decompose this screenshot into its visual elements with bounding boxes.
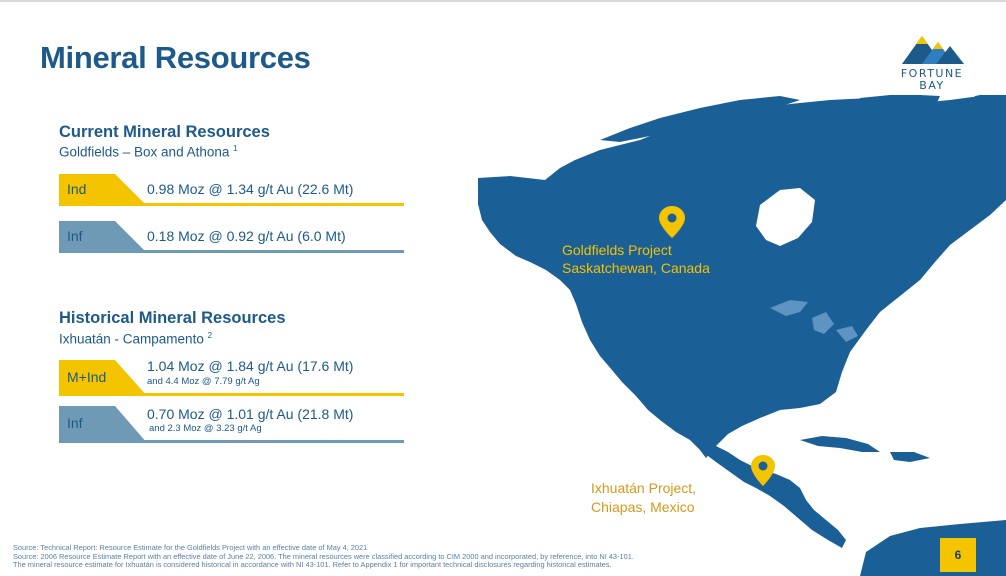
- page-number: 6: [954, 548, 962, 562]
- ind-resource-value: 0.98 Moz @ 1.34 g/t Au (22.6 Mt): [147, 181, 354, 197]
- hist-inf-tag-label: Inf: [67, 415, 83, 431]
- source-footnotes: Source: Technical Report: Resource Estim…: [13, 543, 913, 570]
- current-resources-title: Current Mineral Resources: [59, 123, 270, 141]
- current-ind-row: Ind 0.98 Moz @ 1.34 g/t Au (22.6 Mt): [59, 174, 404, 206]
- caribbean-islands: [800, 436, 930, 462]
- goldfields-map-label: Goldfields Project Saskatchewan, Canada: [562, 241, 710, 277]
- goldfields-project-name: Goldfields Project: [562, 242, 672, 258]
- mind-resource-value: 1.04 Moz @ 1.84 g/t Au (17.6 Mt): [147, 358, 354, 374]
- footnote-ref-2: 2: [207, 331, 213, 340]
- logo-text-line2: BAY: [919, 79, 945, 92]
- footnote-line-3: The mineral resource estimate for Ixhuat…: [13, 560, 612, 570]
- goldfields-project-location: Saskatchewan, Canada: [562, 260, 710, 276]
- ind-tag-label: Ind: [67, 181, 87, 197]
- inf-underline: [59, 250, 404, 253]
- hist-inf-underline: [59, 440, 404, 443]
- page-number-badge: 6: [940, 538, 976, 572]
- historical-subtitle-text: Ixhuatán - Campamento: [59, 331, 204, 347]
- footnote-ref-1: 1: [233, 144, 238, 153]
- current-resources-subtitle: Goldfields – Box and Athona 1: [59, 144, 238, 160]
- current-inf-row: Inf 0.18 Moz @ 0.92 g/t Au (6.0 Mt): [59, 221, 404, 253]
- mind-underline: [59, 393, 404, 396]
- inf-tag-label: Inf: [67, 228, 83, 244]
- mind-silver-value: and 4.4 Moz @ 7.79 g/t Ag: [147, 376, 260, 387]
- ind-underline: [59, 203, 404, 206]
- historical-mind-row: M+Ind 1.04 Moz @ 1.84 g/t Au (17.6 Mt) a…: [59, 358, 404, 396]
- hist-inf-resource-value: 0.70 Moz @ 1.01 g/t Au (21.8 Mt): [147, 406, 354, 422]
- historical-resources-subtitle: Ixhuatán - Campamento 2: [59, 331, 212, 347]
- company-logo: FORTUNE BAY: [892, 30, 972, 100]
- historical-resources-title: Historical Mineral Resources: [59, 309, 286, 327]
- inf-resource-value: 0.18 Moz @ 0.92 g/t Au (6.0 Mt): [147, 228, 346, 244]
- historical-inf-row: Inf 0.70 Moz @ 1.01 g/t Au (21.8 Mt) and…: [59, 406, 404, 443]
- page-title: Mineral Resources: [40, 40, 311, 75]
- hist-inf-silver-value: and 2.3 Moz @ 3.23 g/t Ag: [149, 423, 262, 434]
- mountain-logo-icon: [902, 36, 964, 64]
- ixhuatan-project-location: Chiapas, Mexico: [591, 499, 695, 515]
- mind-tag-label: M+Ind: [67, 369, 107, 385]
- current-subtitle-text: Goldfields – Box and Athona: [59, 144, 230, 160]
- ixhuatan-project-name: Ixhuatán Project,: [591, 480, 697, 496]
- ixhuatan-map-label: Ixhuatán Project, Chiapas, Mexico: [591, 479, 696, 517]
- north-america-map: [478, 95, 1006, 576]
- north-america-landmass: [478, 95, 1006, 458]
- top-divider: [0, 0, 1006, 2]
